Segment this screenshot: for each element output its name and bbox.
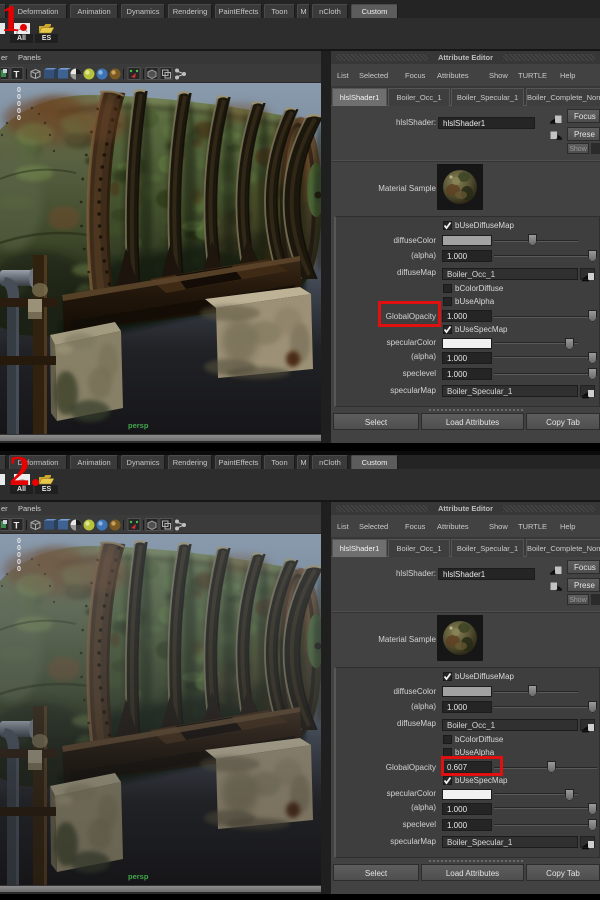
svg-text:0: 0 <box>17 87 21 94</box>
svg-text:0: 0 <box>17 545 21 552</box>
svg-text:0: 0 <box>17 566 21 573</box>
svg-text:T: T <box>14 70 20 81</box>
svg-text:persp: persp <box>128 872 149 881</box>
svg-text:0: 0 <box>17 94 21 101</box>
svg-text:T: T <box>14 521 20 532</box>
svg-text:0: 0 <box>17 101 21 108</box>
svg-text:0: 0 <box>17 538 21 545</box>
svg-text:0: 0 <box>17 552 21 559</box>
svg-text:0: 0 <box>17 108 21 115</box>
svg-text:persp: persp <box>128 421 149 430</box>
svg-text:0: 0 <box>17 115 21 122</box>
svg-text:0: 0 <box>17 559 21 566</box>
